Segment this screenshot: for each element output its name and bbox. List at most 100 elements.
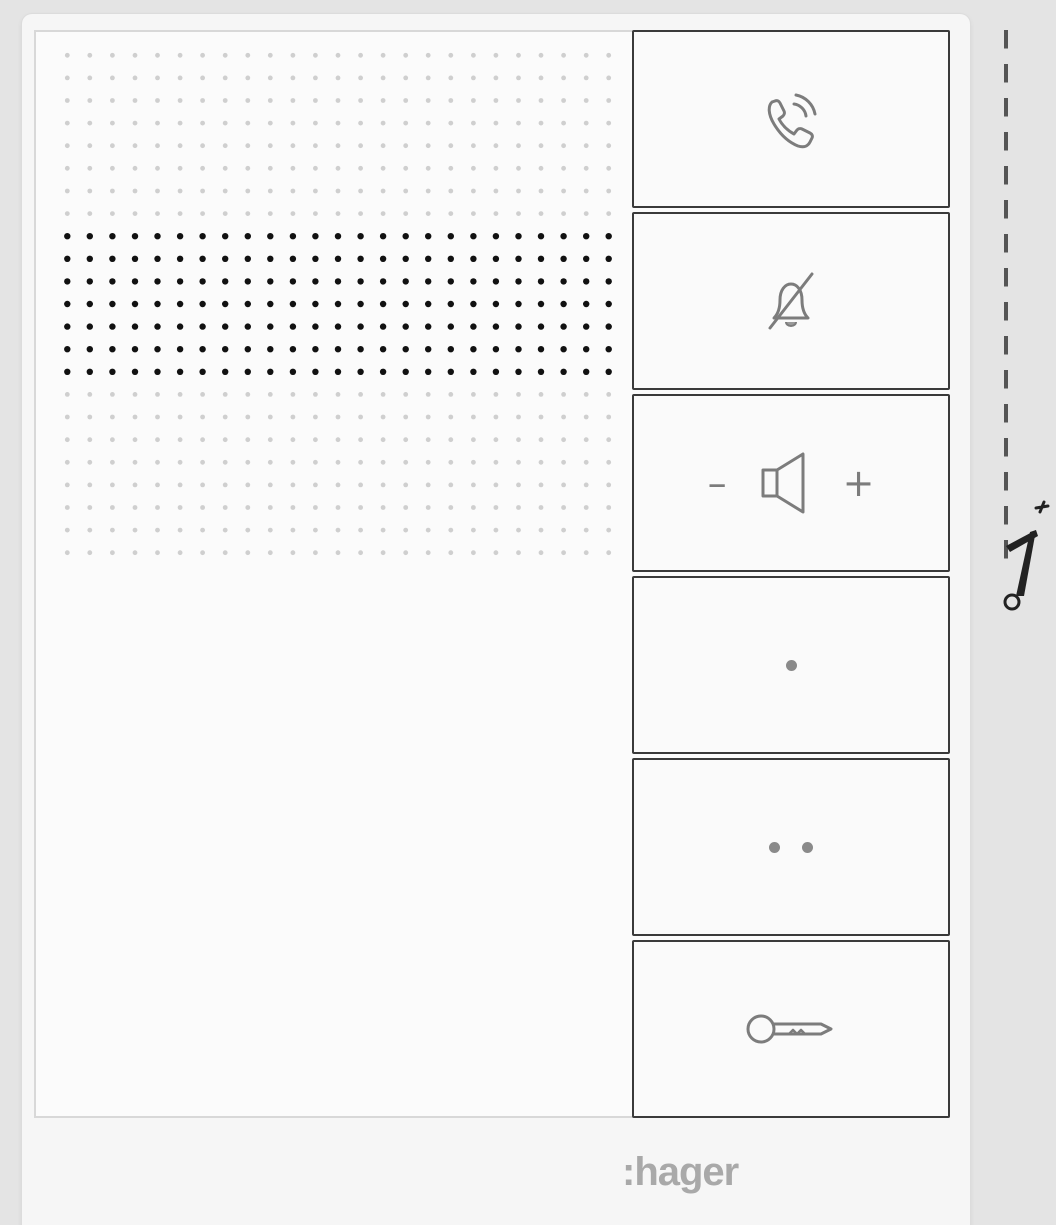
speaker-hole [199, 278, 206, 285]
speaker-hole [335, 120, 341, 126]
speaker-hole [64, 550, 70, 556]
speaker-hole [493, 414, 499, 420]
speaker-hole [335, 188, 341, 194]
speaker-hole [538, 392, 544, 397]
speaker-hole [492, 323, 500, 330]
speaker-hole [335, 211, 341, 217]
speaker-hole [64, 211, 70, 217]
speaker-hole [335, 98, 341, 103]
speaker-hole [131, 278, 139, 285]
speaker-hole [561, 120, 566, 126]
speaker-hole [155, 211, 160, 217]
speaker-hole [471, 414, 476, 420]
speaker-hole [537, 233, 545, 240]
speaker-hole [379, 278, 387, 285]
speaker-hole [493, 165, 499, 171]
speaker-hole [177, 505, 183, 510]
speaker-hole [267, 278, 274, 285]
speaker-hole [313, 98, 318, 103]
speaker-hole [177, 52, 183, 58]
speaker-hole [200, 143, 206, 149]
speaker-hole [177, 75, 183, 81]
speaker-hole [583, 278, 590, 285]
speaker-hole [313, 188, 318, 194]
speaker-hole [380, 211, 386, 217]
speaker-hole [515, 278, 522, 285]
button-column: – + [632, 30, 952, 1120]
speaker-grille [64, 52, 612, 556]
volume-down-label: – [707, 461, 727, 505]
speaker-hole [222, 300, 229, 308]
speaker-hole [357, 278, 364, 285]
speaker-hole [606, 505, 612, 510]
door-open-button[interactable] [632, 940, 950, 1118]
speaker-hole [357, 346, 364, 353]
speaker-hole [380, 392, 386, 397]
speaker-hole [403, 188, 409, 194]
speaker-hole [290, 414, 296, 420]
speaker-hole [379, 255, 387, 262]
speaker-hole [222, 75, 228, 81]
speaker-hole [222, 392, 228, 397]
speaker-hole [448, 459, 454, 465]
speaker-hole [290, 143, 296, 149]
speaker-hole [515, 255, 522, 262]
speaker-hole [380, 143, 386, 149]
aux-1-button[interactable] [632, 576, 950, 754]
speaker-hole [560, 278, 567, 285]
speaker-hole [358, 120, 363, 126]
speaker-hole [471, 188, 476, 194]
speaker-hole [583, 98, 589, 103]
call-button[interactable] [632, 30, 950, 208]
aux-2-button[interactable] [632, 758, 950, 936]
speaker-hole [425, 75, 431, 81]
speaker-hole [222, 188, 228, 194]
speaker-hole [425, 143, 431, 149]
speaker-hole [447, 323, 454, 330]
speaker-hole [267, 437, 273, 443]
speaker-hole [538, 143, 544, 149]
speaker-hole [222, 414, 228, 420]
speaker-hole [605, 368, 612, 375]
speaker-hole [561, 527, 566, 533]
speaker-hole [561, 437, 566, 443]
speaker-hole [493, 211, 499, 217]
speaker-hole [222, 211, 228, 217]
speaker-hole [131, 255, 139, 262]
speaker-hole [492, 255, 500, 262]
mute-bell-button[interactable] [632, 212, 950, 390]
speaker-hole [64, 323, 71, 330]
volume-button[interactable]: – + [632, 394, 950, 572]
speaker-hole [267, 323, 274, 330]
speaker-hole [448, 75, 454, 81]
speaker-hole [606, 437, 612, 443]
speaker-hole [448, 505, 454, 510]
speaker-hole [109, 300, 116, 308]
speaker-hole [222, 278, 229, 285]
speaker-hole [267, 120, 273, 126]
speaker-hole [267, 300, 274, 308]
double-dot-icon [769, 841, 813, 853]
speaker-hole [538, 98, 544, 103]
speaker-hole [471, 482, 476, 488]
speaker-hole [290, 437, 296, 443]
speaker-hole [606, 459, 612, 465]
speaker-hole [64, 459, 70, 465]
speaker-hole [177, 143, 183, 149]
speaker-hole [448, 143, 454, 149]
speaker-hole [493, 143, 499, 149]
speaker-hole [561, 143, 566, 149]
speaker-hole [132, 143, 138, 149]
speaker-hole [176, 323, 184, 330]
speaker-hole [155, 188, 160, 194]
speaker-hole [245, 482, 251, 488]
speaker-hole [177, 550, 183, 556]
speaker-hole [290, 120, 296, 126]
speaker-hole [403, 482, 409, 488]
speaker-hole [606, 211, 612, 217]
speaker-hole [538, 437, 544, 443]
speaker-hole [516, 52, 521, 58]
speaker-hole [560, 323, 567, 330]
speaker-hole [606, 482, 612, 488]
speaker-hole [583, 255, 590, 262]
